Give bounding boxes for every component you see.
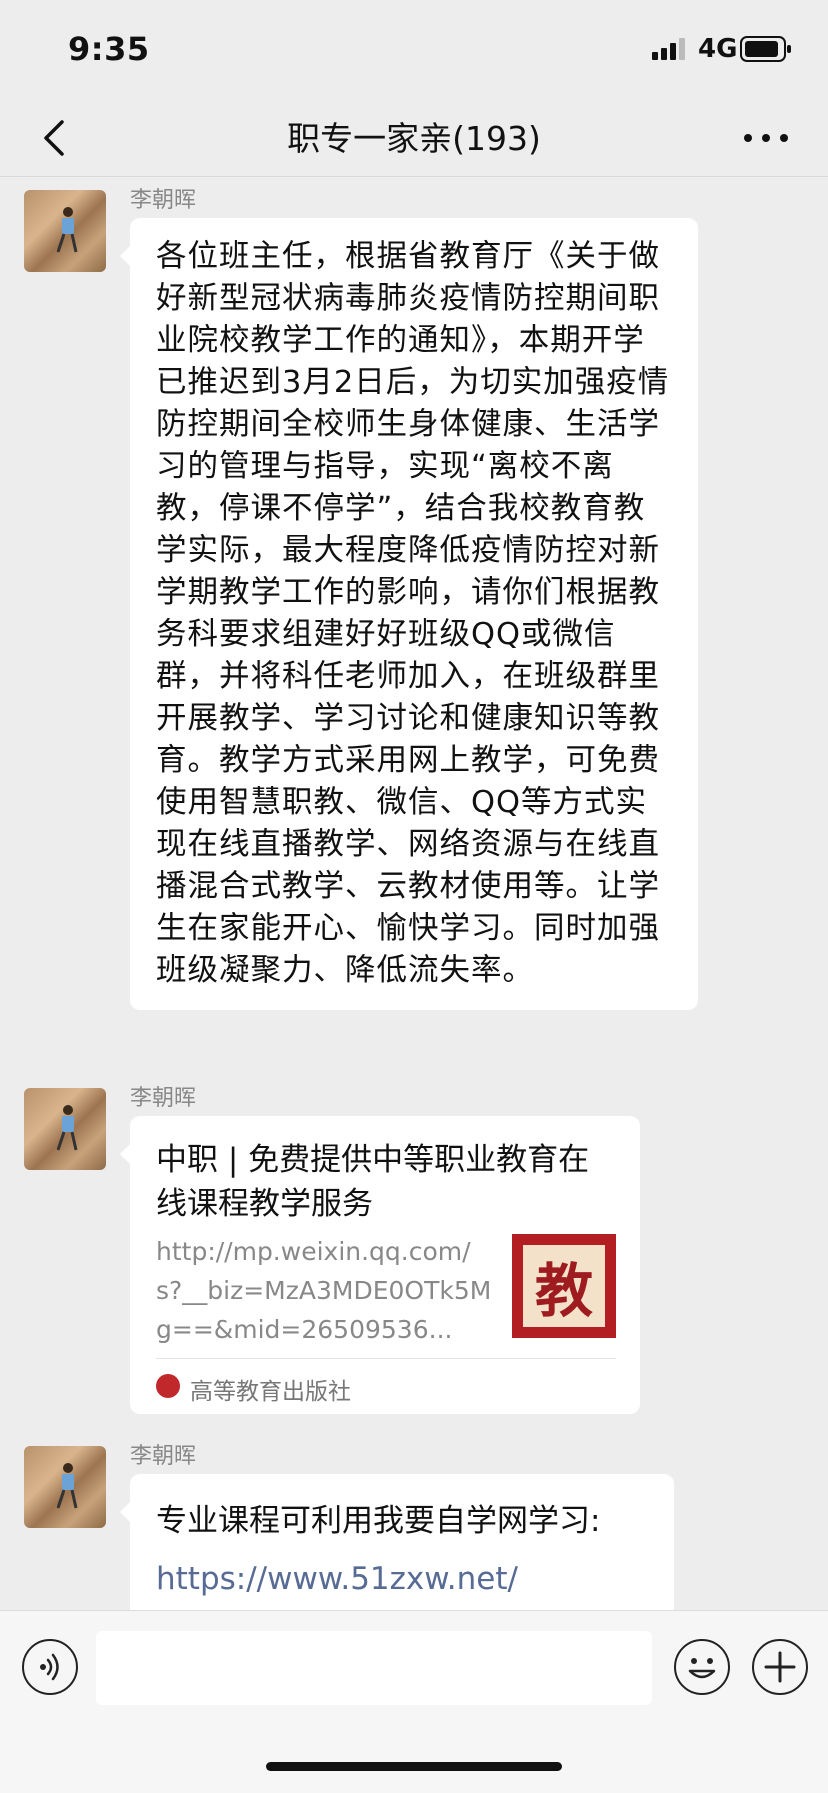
link-url: http://mp.weixin.qq.com/s?__biz=MzA3MDE0…: [156, 1237, 492, 1344]
link-thumbnail: 教: [512, 1234, 616, 1338]
sender-name: 李朝晖: [130, 1086, 197, 1111]
voice-icon[interactable]: [22, 1639, 78, 1695]
status-bar: 9:35 4G: [0, 0, 828, 100]
emoji-icon[interactable]: [674, 1639, 730, 1695]
publisher-logo-icon: [156, 1374, 180, 1398]
battery-icon: [740, 36, 791, 62]
avatar[interactable]: [24, 190, 106, 272]
message-text: 专业课程可利用我要自学网学习:: [156, 1503, 601, 1539]
message-text: 各位班主任，根据省教育厅《关于做好新型冠状病毒肺炎疫情防控期间职业院校教学工作的…: [156, 239, 670, 988]
message-link[interactable]: https://www.51zxw.net/: [156, 1550, 650, 1608]
thumbnail-char: 教: [523, 1245, 605, 1327]
avatar-figure: [56, 1463, 78, 1509]
sender-name: 李朝晖: [130, 1444, 197, 1469]
message-bubble[interactable]: 各位班主任，根据省教育厅《关于做好新型冠状病毒肺炎疫情防控期间职业院校教学工作的…: [120, 218, 698, 1010]
link-card[interactable]: 中职 | 免费提供中等职业教育在线课程教学服务 http://mp.weixin…: [120, 1116, 640, 1414]
plus-icon[interactable]: [752, 1639, 808, 1695]
divider: [156, 1358, 616, 1359]
avatar-figure: [56, 207, 78, 253]
home-indicator: [266, 1762, 562, 1771]
network-label: 4G: [698, 34, 738, 64]
status-time: 9:35: [68, 30, 150, 68]
signal-icon: [652, 38, 685, 60]
sender-name: 李朝晖: [130, 188, 197, 213]
more-icon[interactable]: [740, 120, 792, 156]
avatar[interactable]: [24, 1446, 106, 1528]
link-title: 中职 | 免费提供中等职业教育在线课程教学服务: [156, 1142, 590, 1222]
avatar-figure: [56, 1105, 78, 1151]
message-input[interactable]: [96, 1631, 652, 1705]
avatar[interactable]: [24, 1088, 106, 1170]
chat-title: 职专一家亲(193): [287, 119, 541, 158]
message-bubble[interactable]: 专业课程可利用我要自学网学习: https://www.51zxw.net/: [120, 1474, 674, 1626]
chat-header: 职专一家亲(193): [0, 100, 828, 177]
publisher-name: 高等教育出版社: [190, 1379, 351, 1405]
